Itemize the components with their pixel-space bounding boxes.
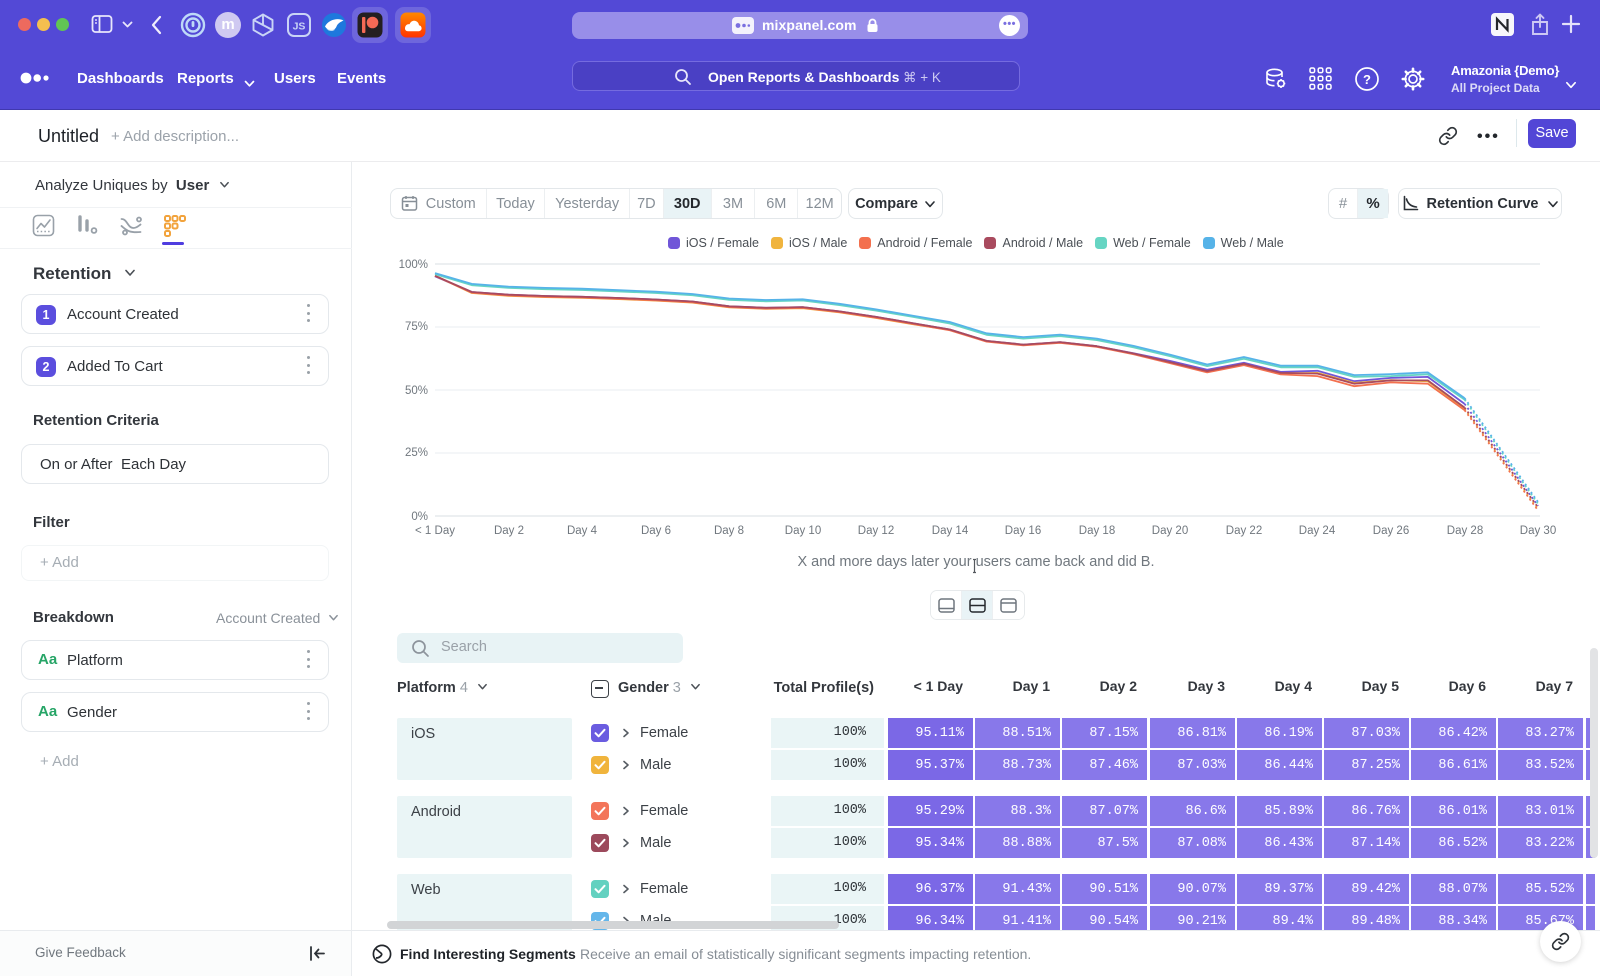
svg-text:Day 28: Day 28 <box>1447 525 1483 537</box>
svg-text:Day 22: Day 22 <box>1226 525 1262 537</box>
svg-text:Day 18: Day 18 <box>1079 525 1115 537</box>
svg-text:< 1 Day: < 1 Day <box>415 525 455 537</box>
svg-text:Day 6: Day 6 <box>641 525 671 537</box>
svg-text:?: ? <box>1363 72 1371 87</box>
svg-text:0%: 0% <box>411 511 428 523</box>
svg-text:25%: 25% <box>405 447 428 459</box>
svg-text:Day 14: Day 14 <box>932 525 969 537</box>
svg-text:Day 20: Day 20 <box>1152 525 1188 537</box>
svg-text:Day 12: Day 12 <box>858 525 894 537</box>
svg-text:Day 2: Day 2 <box>494 525 524 537</box>
svg-text:Day 16: Day 16 <box>1005 525 1041 537</box>
svg-text:Day 24: Day 24 <box>1299 525 1336 537</box>
svg-text:Day 8: Day 8 <box>714 525 744 537</box>
svg-text:100%: 100% <box>399 259 428 271</box>
svg-text:Day 30: Day 30 <box>1520 525 1556 537</box>
svg-text:Day 4: Day 4 <box>567 525 598 537</box>
svg-text:75%: 75% <box>405 321 428 333</box>
svg-text:JS: JS <box>293 21 306 33</box>
svg-text:Day 10: Day 10 <box>785 525 821 537</box>
svg-text:Day 26: Day 26 <box>1373 525 1409 537</box>
svg-text:50%: 50% <box>405 385 428 397</box>
